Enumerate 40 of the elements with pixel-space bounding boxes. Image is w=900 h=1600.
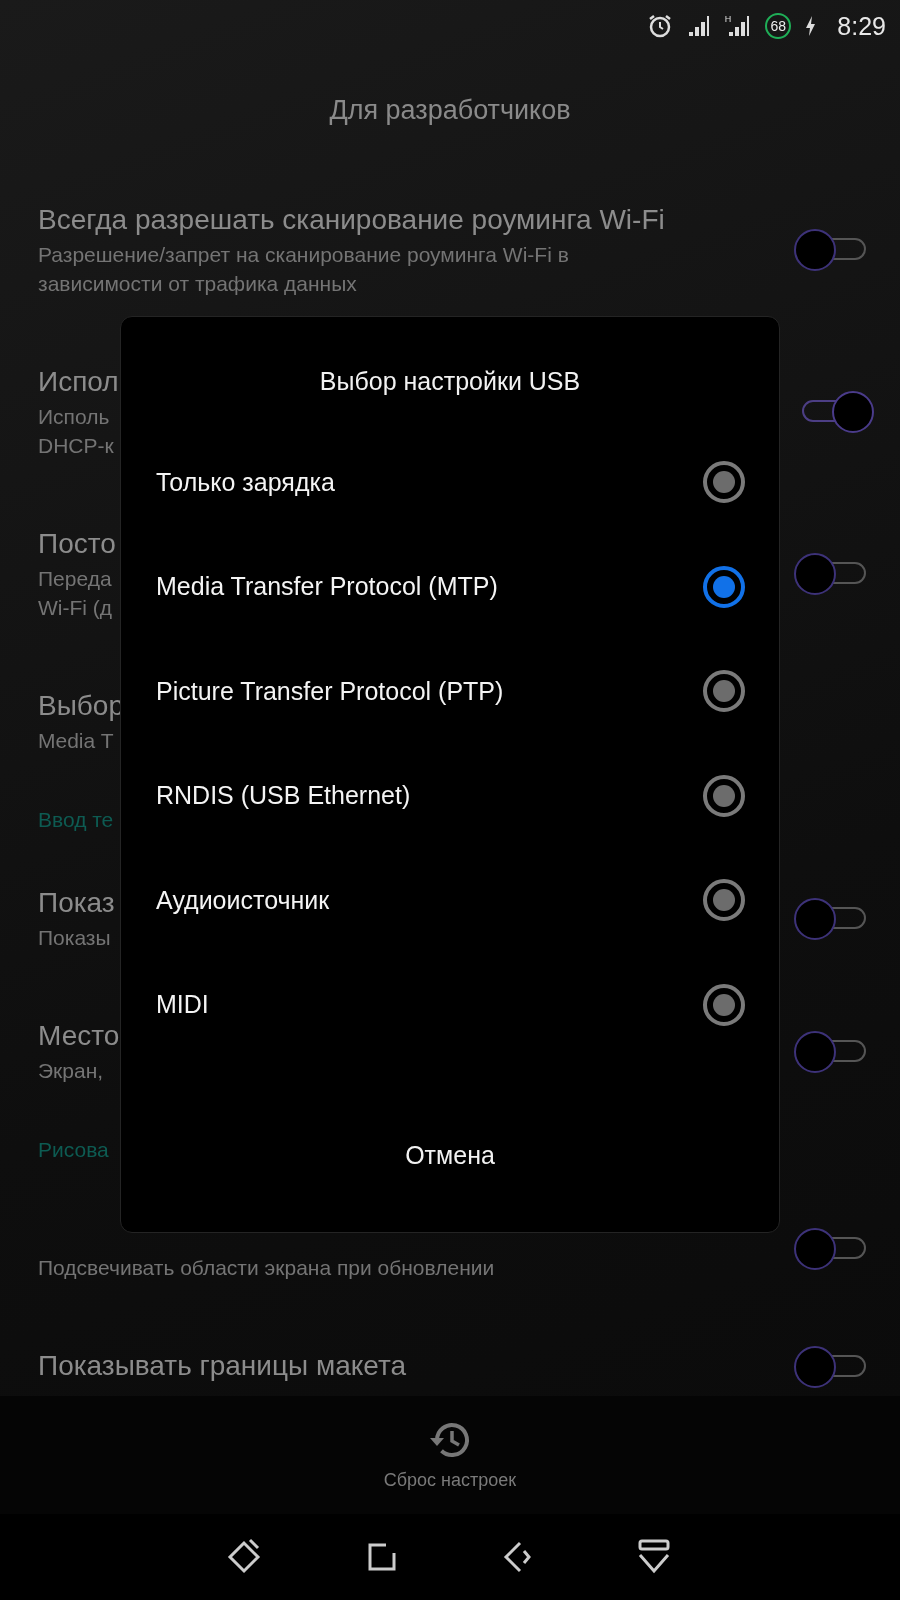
radio-button[interactable] xyxy=(703,461,745,504)
setting-title: Посто xyxy=(38,527,116,561)
signal-icon xyxy=(686,14,711,38)
setting-title: Место xyxy=(38,1019,120,1053)
option-label[interactable]: Media Transfer Protocol (MTP) xyxy=(156,572,703,602)
setting-summary: Экран, xyxy=(38,1058,104,1084)
setting-summary: Wi-Fi (д xyxy=(38,595,113,621)
option-label[interactable]: Picture Transfer Protocol (PTP) xyxy=(156,676,703,706)
setting-summary: Разрешение/запрет на сканирование роуминга Wi-Fi в xyxy=(38,242,569,268)
radio-button[interactable] xyxy=(703,565,745,608)
setting-title: Испол xyxy=(38,365,119,399)
category-header: Рисова xyxy=(38,1137,109,1163)
battery-level: 68 xyxy=(765,13,792,39)
setting-summary: Подсвечивать области экрана при обновлении xyxy=(38,1255,495,1281)
setting-summary: Показы xyxy=(38,925,111,951)
setting-summary: Media T xyxy=(38,728,114,754)
charging-icon xyxy=(805,15,818,37)
page-title: Для разработчиков xyxy=(329,94,571,126)
signal-icon xyxy=(727,14,752,38)
radio-button[interactable] xyxy=(703,879,745,922)
setting-summary: Исполь xyxy=(38,404,110,430)
network-type: H xyxy=(724,14,732,24)
clock: 8:29 xyxy=(837,11,886,41)
category-header: Ввод те xyxy=(38,807,114,833)
setting-summary: Переда xyxy=(38,566,112,592)
dialog-title: Выбор настройки USB xyxy=(318,366,582,397)
radio-button[interactable] xyxy=(703,774,745,817)
setting-summary: зависимости от трафика данных xyxy=(38,271,357,297)
cancel-button[interactable]: Отмена xyxy=(385,1131,515,1180)
option-label[interactable]: RNDIS (USB Ethernet) xyxy=(156,781,703,811)
radio-button[interactable] xyxy=(703,983,745,1026)
option-label[interactable]: MIDI xyxy=(156,990,703,1020)
reset-label[interactable]: Сброс настроек xyxy=(383,1469,517,1491)
option-label[interactable]: Только зарядка xyxy=(156,467,703,497)
radio-button[interactable] xyxy=(703,670,745,713)
setting-title: Всегда разрешать сканирование роуминга Wi-Fi xyxy=(38,203,665,237)
setting-summary: DHCP-к xyxy=(38,433,114,459)
setting-title: Показ xyxy=(38,886,115,920)
option-label[interactable]: Аудиоисточник xyxy=(156,885,703,915)
setting-title: Показывать границы макета xyxy=(38,1349,406,1383)
